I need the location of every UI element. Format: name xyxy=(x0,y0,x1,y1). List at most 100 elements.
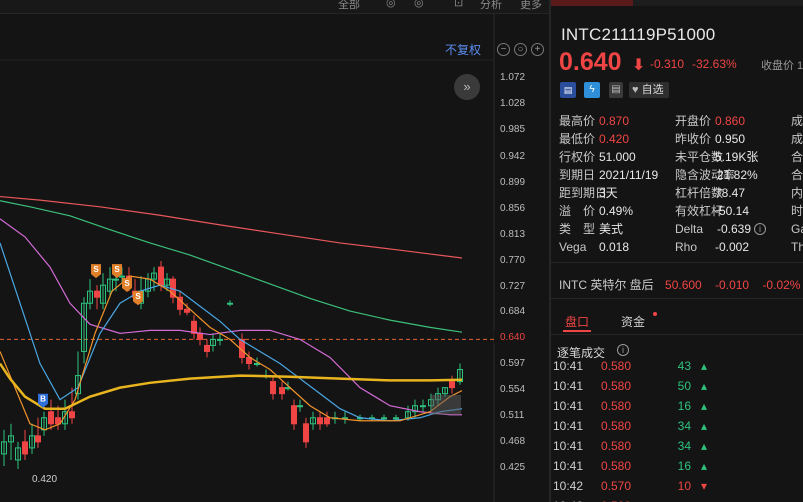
underlying-quote[interactable]: INTC 英特尔 盘后 50.600 -0.010 -0.02% xyxy=(559,276,800,293)
field-value: 2021/11/19 xyxy=(599,168,659,182)
trade-volume: 16 xyxy=(677,459,691,473)
field-label: Delta xyxy=(675,222,704,236)
zoom-out-icon[interactable]: − xyxy=(497,43,510,56)
candle-body xyxy=(94,290,100,298)
toolbar-item-more[interactable]: 更多 xyxy=(520,0,542,12)
quote-row: 到期日 2021/11/19 隐含波动率 21.82% 合 xyxy=(559,167,803,183)
trade-row: 10:41 0.580 34 ▴ xyxy=(551,416,803,436)
quote-row: 溢 价 0.49% 有效杠杆 -50.14 时 xyxy=(559,203,803,219)
expand-chevron-icon[interactable]: » xyxy=(454,74,480,100)
field-value: -0.002 xyxy=(715,240,750,254)
trade-volume: 43 xyxy=(677,359,691,373)
field-label: 成 xyxy=(791,132,803,146)
y-tick-label: 0.468 xyxy=(500,436,526,447)
delta-info-icon[interactable]: i xyxy=(754,223,766,235)
trade-price: 0.580 xyxy=(601,359,632,373)
sell-marker[interactable]: S xyxy=(122,277,132,292)
field-value: 5.19K张 xyxy=(715,150,759,164)
field-label: 最低价 xyxy=(559,132,596,146)
divider xyxy=(551,262,803,263)
trade-time: 10:41 xyxy=(553,419,584,433)
field-value: 21.82% xyxy=(717,168,758,182)
candle-body xyxy=(184,308,190,313)
trade-row: 10:41 0.580 16 ▴ xyxy=(551,396,803,416)
quote-row: 行权价 51.000 未平仓数 5.19K张合 xyxy=(559,149,803,165)
trade-price: 0.580 xyxy=(601,459,632,473)
field-label: 合 xyxy=(791,168,803,182)
trade-volume: 10 xyxy=(677,479,691,493)
close-price-label: 收盘价 1 xyxy=(761,60,803,72)
option-symbol: INTC211119P51000 xyxy=(561,25,716,44)
field-label: Rho xyxy=(675,240,698,254)
y-tick-label: 0.770 xyxy=(500,255,526,266)
field-label: 溢 价 xyxy=(559,204,596,218)
field-value: 0.49% xyxy=(599,204,634,218)
min-price-label: 0.420 xyxy=(32,474,58,485)
trade-price: 0.580 xyxy=(601,399,632,413)
toolbar-item-analysis[interactable]: 分析 xyxy=(480,0,502,12)
toolbar-item-all[interactable]: 全部 xyxy=(338,0,360,12)
field-value: 78.47 xyxy=(715,186,746,200)
field-value: 0.870 xyxy=(599,114,630,128)
reset-icon[interactable]: ○ xyxy=(514,43,527,56)
adjustment-selector[interactable]: 不复权 xyxy=(445,41,481,58)
watchlist-button[interactable]: ♥ 自选 xyxy=(629,82,669,98)
zoom-in-icon[interactable]: + xyxy=(531,43,544,56)
tab-capital-flow[interactable]: 资金 xyxy=(621,313,645,330)
candle-body xyxy=(393,417,399,420)
settings-icon[interactable]: ◎ xyxy=(386,0,396,9)
field-label: Ga xyxy=(791,222,803,236)
y-tick-label: 1.028 xyxy=(500,98,526,109)
field-label: 时 xyxy=(791,204,803,218)
fullscreen-icon[interactable]: ⊡ xyxy=(454,0,463,9)
field-value: 3天 xyxy=(599,186,618,200)
active-tab-underline xyxy=(563,330,591,332)
lightning-icon[interactable]: ϟ xyxy=(584,82,600,98)
underlying-change: -0.010 xyxy=(715,278,750,292)
underlying-change-pct: -0.02% xyxy=(762,278,801,292)
up-arrow-icon: ▴ xyxy=(700,399,707,413)
divider xyxy=(551,334,803,335)
candle-body xyxy=(217,338,223,341)
ma-pink-line xyxy=(0,218,462,416)
candle-body xyxy=(35,435,41,443)
tab-order-book[interactable]: 盘口 xyxy=(565,313,589,330)
candle-body xyxy=(420,405,426,408)
marker-label: B xyxy=(40,395,46,404)
y-tick-label: 1.072 xyxy=(500,72,526,83)
trade-time: 10:42 xyxy=(553,479,584,493)
up-arrow-icon: ▴ xyxy=(700,459,707,473)
trade-row: 10:41 0.580 50 ▴ xyxy=(551,376,803,396)
trade-row: 10:41 0.580 34 ▴ xyxy=(551,436,803,456)
field-label: 到期日 xyxy=(559,168,596,182)
candle-body xyxy=(204,344,210,352)
candle-body xyxy=(291,405,297,425)
quote-row: 最高价 0.870 开盘价 0.860 成 xyxy=(559,113,803,129)
candle-body xyxy=(324,417,330,425)
candle-body xyxy=(113,278,119,281)
field-value: -50.14 xyxy=(715,204,750,218)
trade-volume: 34 xyxy=(677,439,691,453)
trade-row: 10:41 0.580 43 ▴ xyxy=(551,356,803,376)
candle-body xyxy=(22,441,28,455)
y-tick-label: 0.425 xyxy=(500,462,526,473)
heart-icon: ♥ xyxy=(632,84,642,96)
underlying-price: 50.600 xyxy=(665,278,702,292)
draw-icon[interactable]: ◎ xyxy=(414,0,424,9)
info-icon[interactable]: i xyxy=(617,344,629,356)
marker-label: S xyxy=(135,292,141,301)
candle-body xyxy=(227,302,233,305)
field-label: 开盘价 xyxy=(675,114,712,128)
sell-marker[interactable]: S xyxy=(91,264,101,279)
trade-row: 10:41 0.580 16 ▴ xyxy=(551,456,803,476)
field-value: 0.018 xyxy=(599,240,630,254)
field-label: 行权价 xyxy=(559,150,596,164)
trade-price: 0.580 xyxy=(601,379,632,393)
note-icon[interactable]: ▤ xyxy=(609,82,623,98)
candle-body xyxy=(48,411,54,425)
panel-tabs[interactable] xyxy=(551,0,803,6)
highlight-box xyxy=(431,394,461,415)
trade-volume: 16 xyxy=(677,399,691,413)
field-value: 0.860 xyxy=(715,114,746,128)
trade-price: 0.570 xyxy=(601,479,632,493)
